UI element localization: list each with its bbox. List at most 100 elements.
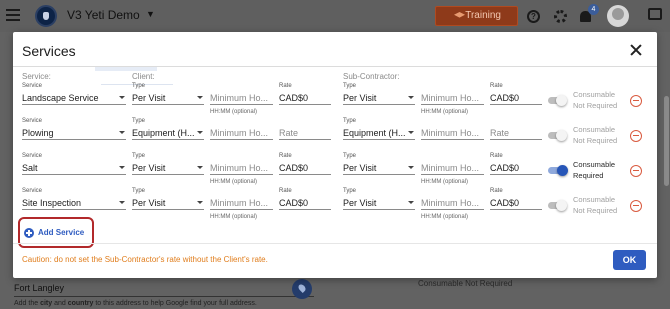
sub-type-select[interactable]: Per Visit <box>343 162 415 175</box>
client-min-hours-input[interactable]: Minimum Ho... <box>210 162 273 175</box>
background-consumable-text: Consumable Not Required <box>418 279 513 288</box>
graduation-cap-icon <box>454 12 465 18</box>
sub-rate-label: Rate <box>490 188 503 194</box>
sub-min-hours-input[interactable]: Minimum Ho... <box>421 92 484 105</box>
sub-rate-input[interactable]: CAD$0 <box>490 92 542 105</box>
sub-hhmm-help: HH:MM (optional) <box>421 109 469 115</box>
consumable-toggle[interactable] <box>548 165 568 176</box>
page-scrollbar[interactable] <box>664 96 669 186</box>
sub-type-value: Per Visit <box>343 198 377 208</box>
client-rate-input[interactable]: CAD$0 <box>279 162 331 175</box>
app-logo[interactable] <box>35 5 57 27</box>
underlying-tab-indicator <box>95 67 157 71</box>
client-type-value: Per Visit <box>132 163 166 173</box>
client-type-select[interactable]: Per Visit <box>132 197 204 210</box>
chevron-down-icon <box>408 201 414 204</box>
section-label-service: Service: <box>22 72 51 81</box>
sub-type-select[interactable]: Per Visit <box>343 197 415 210</box>
service-field-label: Service <box>22 153 43 159</box>
hamburger-menu-icon[interactable] <box>6 9 20 21</box>
client-min-hours-input[interactable]: Minimum Ho... <box>210 197 273 210</box>
client-type-label: Type <box>132 153 146 159</box>
service-select[interactable]: Landscape Service <box>22 92 126 105</box>
client-rate-input[interactable]: Rate <box>279 127 331 140</box>
consumable-toggle[interactable] <box>548 130 567 141</box>
sub-type-label: Type <box>343 188 357 194</box>
client-min-hours-input[interactable]: Minimum Ho... <box>210 92 273 105</box>
chevron-down-icon <box>119 166 125 169</box>
client-type-value: Per Visit <box>132 198 166 208</box>
consumable-status: Consumable Required <box>573 160 616 180</box>
remove-circle-icon[interactable] <box>630 130 642 142</box>
client-hhmm-help: HH:MM (optional) <box>210 179 258 185</box>
remove-circle-icon[interactable] <box>630 165 642 177</box>
top-app-bar: V3 Yeti Demo ▼ Training ? 4 <box>0 0 670 32</box>
close-icon[interactable] <box>629 43 643 57</box>
map-pin-icon <box>292 279 312 299</box>
sub-rate-input[interactable]: CAD$0 <box>490 197 542 210</box>
sub-min-hours-input[interactable]: Minimum Ho... <box>421 162 484 175</box>
client-rate-label: Rate <box>279 83 292 89</box>
avatar[interactable] <box>607 5 629 27</box>
client-type-label: Type <box>132 188 146 194</box>
section-label-subcontractor: Sub-Contractor: <box>343 72 400 81</box>
client-min-hours-input[interactable]: Minimum Ho... <box>210 127 273 140</box>
client-rate-label: Rate <box>279 188 292 194</box>
caution-message: Caution: do not set the Sub-Contractor's… <box>22 255 268 264</box>
location-field-underline <box>14 296 314 297</box>
service-value: Plowing <box>22 128 54 138</box>
toggle-knob <box>556 130 567 141</box>
chevron-down-icon <box>197 96 203 99</box>
client-rate-input[interactable]: CAD$0 <box>279 92 331 105</box>
sub-hhmm-help: HH:MM (optional) <box>421 214 469 220</box>
help-icon[interactable]: ? <box>527 10 540 23</box>
chevron-down-icon <box>408 166 414 169</box>
location-field-value: Fort Langley <box>14 283 65 293</box>
consumable-status: Consumable Not Required <box>573 125 618 145</box>
chat-icon[interactable] <box>648 8 662 20</box>
chevron-down-icon <box>197 131 203 134</box>
client-hhmm-help: HH:MM (optional) <box>210 214 258 220</box>
sub-rate-input[interactable]: Rate <box>490 127 542 140</box>
client-type-select[interactable]: Per Visit <box>132 92 204 105</box>
sub-min-hours-input[interactable]: Minimum Ho... <box>421 197 484 210</box>
sub-type-label: Type <box>343 118 357 124</box>
remove-circle-icon[interactable] <box>630 200 642 212</box>
client-type-select[interactable]: Equipment (H... <box>132 127 204 140</box>
client-type-label: Type <box>132 83 146 89</box>
service-value: Landscape Service <box>22 93 99 103</box>
dialog-title: Services <box>22 43 76 59</box>
toggle-knob <box>556 95 567 106</box>
service-value: Salt <box>22 163 38 173</box>
services-dialog: Services Service: Client: Sub-Contractor… <box>13 32 657 278</box>
location-hint: Add the city and country to this address… <box>14 300 257 307</box>
training-button[interactable]: Training <box>435 6 518 26</box>
client-type-label: Type <box>132 118 146 124</box>
sub-min-hours-input[interactable]: Minimum Ho... <box>421 127 484 140</box>
sub-type-select[interactable]: Equipment (H... <box>343 127 415 140</box>
remove-circle-icon[interactable] <box>630 95 642 107</box>
sub-hhmm-help: HH:MM (optional) <box>421 179 469 185</box>
client-type-value: Equipment (H... <box>132 128 195 138</box>
client-rate-input[interactable]: CAD$0 <box>279 197 331 210</box>
sub-type-value: Per Visit <box>343 163 377 173</box>
chevron-down-icon <box>119 201 125 204</box>
service-select[interactable]: Salt <box>22 162 126 175</box>
consumable-toggle[interactable] <box>548 200 567 211</box>
gear-icon[interactable] <box>554 10 567 23</box>
chevron-down-icon[interactable]: ▼ <box>146 9 155 19</box>
consumable-status: Consumable Not Required <box>573 195 618 215</box>
section-label-client: Client: <box>132 72 155 81</box>
service-select[interactable]: Plowing <box>22 127 126 140</box>
consumable-toggle[interactable] <box>548 95 567 106</box>
sub-rate-input[interactable]: CAD$0 <box>490 162 542 175</box>
add-circle-icon[interactable] <box>24 228 34 238</box>
sub-type-select[interactable]: Per Visit <box>343 92 415 105</box>
ok-button[interactable]: OK <box>613 250 646 270</box>
service-select[interactable]: Site Inspection <box>22 197 126 210</box>
sub-rate-label: Rate <box>490 83 503 89</box>
app-title[interactable]: V3 Yeti Demo <box>67 8 140 22</box>
add-service-button[interactable]: Add Service <box>38 228 84 237</box>
client-type-select[interactable]: Per Visit <box>132 162 204 175</box>
consumable-status: Consumable Not Required <box>573 90 618 110</box>
